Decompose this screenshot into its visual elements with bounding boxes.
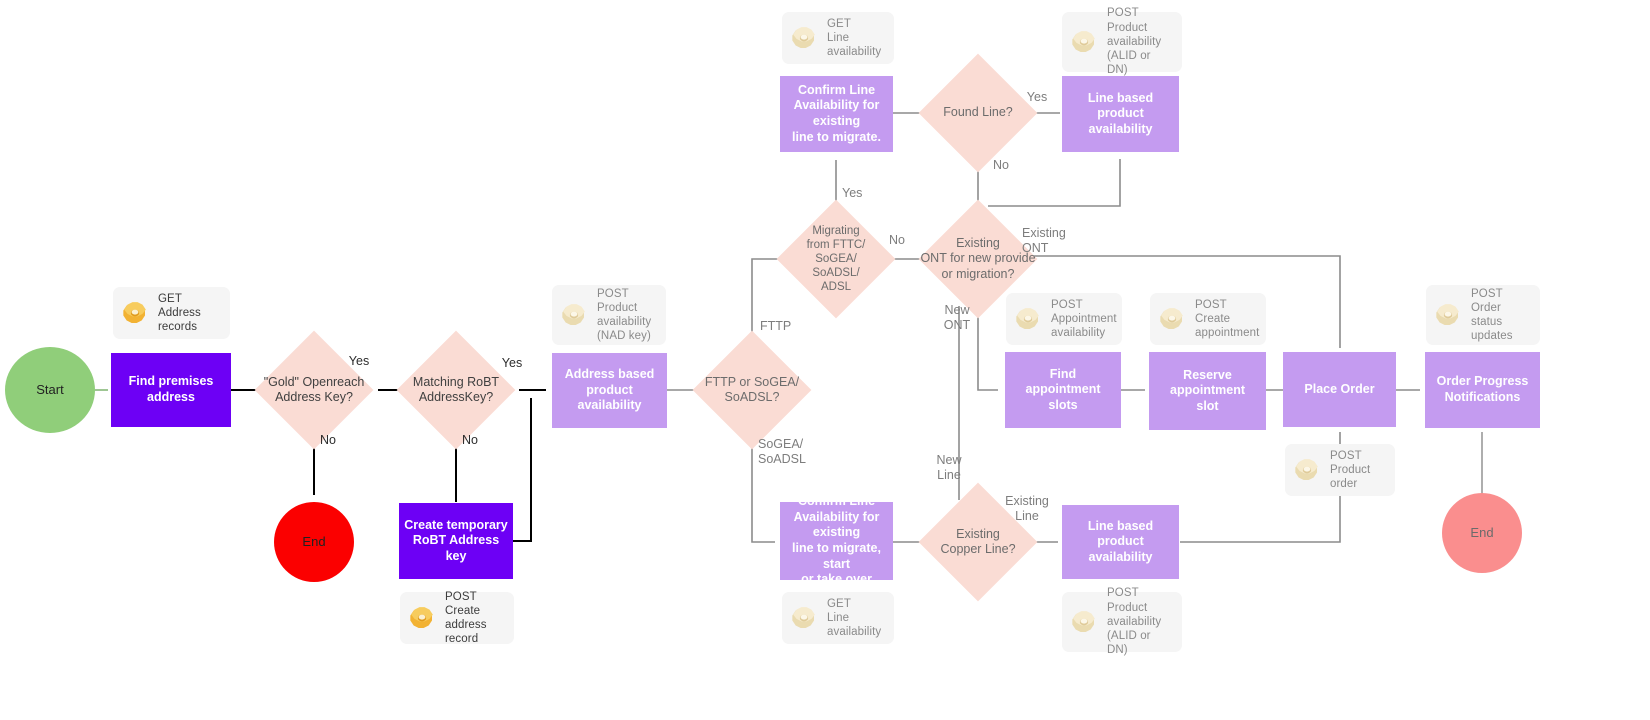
diamond-shape [396,330,516,450]
edge-label-new-ont: New ONT [943,303,971,332]
gear-icon [1160,308,1183,329]
api-card-text: POST Product availability (NAD key) [597,287,652,343]
api-card-text: POST Product availability (ALID or DN) [1107,7,1162,77]
api-card-text: POST Create address record [445,590,487,646]
api-card-post-appointment-availability[interactable]: POST Appointment availability [1006,293,1122,345]
api-card-post-product-availability-alid-top[interactable]: POST Product availability (ALID or DN) [1062,7,1182,76]
gear-icon [1295,459,1318,480]
api-card-text: GET Address records [158,292,201,334]
terminator-end-soft: End [1442,493,1522,573]
process-line-based-product-availability-bottom[interactable]: Line based product availability [1062,505,1179,579]
terminator-end-red: End [274,502,354,582]
gear-icon [1016,308,1039,329]
terminator-end-red-label: End [302,533,326,549]
decision-found-line[interactable]: Found Line? [918,53,1038,173]
api-card-post-product-availability-nad[interactable]: POST Product availability (NAD key) [552,285,666,345]
decision-existing-ont-for-new-provide-or-migration[interactable]: Existing ONT for new provide or migratio… [918,199,1038,319]
api-card-text: POST Order status updates [1471,287,1513,343]
api-card-text: POST Appointment availability [1051,298,1117,340]
gear-icon [123,302,146,323]
process-find-appointment-slots[interactable]: Find appointment slots [1005,352,1121,428]
edge-label-robt-no: No [462,433,478,447]
process-place-order[interactable]: Place Order [1283,352,1396,427]
gear-icon [562,304,585,325]
edge-label-found-line-yes: Yes [1026,90,1048,104]
edge-label-robt-yes: Yes [501,356,523,370]
api-card-get-address-records[interactable]: GET Address records [113,287,230,339]
api-card-text: POST Create appointment [1195,298,1260,340]
flowchart-canvas: Start End End Find premises address Crea… [0,0,1650,720]
api-card-get-line-availability-bottom[interactable]: GET Line availability [782,592,894,644]
api-card-post-create-address-record[interactable]: POST Create address record [400,590,514,646]
edge-label-gold-no: No [320,433,336,447]
process-confirm-line-availability-migrate-start-takeover[interactable]: Confirm Line Availability for existing l… [780,494,893,586]
edge-label-gold-yes: Yes [348,354,370,368]
api-card-get-line-availability-top[interactable]: GET Line availability [782,12,894,64]
gear-icon [410,607,433,628]
process-address-based-product-availability[interactable]: Address based product availability [552,353,667,428]
api-card-text: POST Product availability (ALID or DN) [1107,587,1162,657]
process-find-premises-address[interactable]: Find premises address [111,353,231,427]
diamond-shape [918,53,1038,173]
api-card-post-order-status-updates[interactable]: POST Order status updates [1426,285,1540,345]
terminator-start-label: Start [36,381,64,397]
process-confirm-line-availability-migrate[interactable]: Confirm Line Availability for existing l… [780,76,893,152]
gear-icon [1072,611,1095,632]
process-create-temp-robt-key[interactable]: Create temporary RoBT Address key [399,503,513,579]
edge-label-existing-line: Existing Line [1005,494,1049,523]
diamond-shape [254,330,374,450]
api-card-post-product-availability-alid-bottom[interactable]: POST Product availability (ALID or DN) [1062,587,1182,656]
terminator-end-soft-label: End [1470,524,1494,540]
edge-label-found-line-no: No [993,158,1009,172]
edge-label-migrating-no: No [889,233,905,247]
api-card-text: POST Product order [1330,449,1371,491]
api-card-post-product-order[interactable]: POST Product order [1285,444,1395,496]
diamond-shape [692,330,812,450]
gear-icon [792,607,815,628]
gear-icon [1436,304,1459,325]
decision-matching-robt-addresskey[interactable]: Matching RoBT AddressKey? [396,330,516,450]
api-card-text: GET Line availability [827,17,882,59]
process-reserve-appointment-slot[interactable]: Reserve appointment slot [1149,352,1266,430]
gear-icon [792,27,815,48]
process-line-based-product-availability-top[interactable]: Line based product availability [1062,76,1179,152]
decision-fttp-or-sogea-soadsl[interactable]: FTTP or SoGEA/ SoADSL? [692,330,812,450]
edge-label-fttp: FTTP [760,319,792,333]
api-card-post-create-appointment[interactable]: POST Create appointment [1150,293,1266,345]
edge-label-sogea-soadsl: SoGEA/ SoADSL [758,437,806,466]
api-card-text: GET Line availability [827,597,882,639]
diamond-shape [776,199,896,319]
decision-migrating-from-fttc-sogea-soadsl-adsl[interactable]: Migrating from FTTC/ SoGEA/ SoADSL/ ADSL [776,199,896,319]
edge-label-migrating-yes: Yes [842,186,863,200]
process-order-progress-notifications[interactable]: Order Progress Notifications [1425,352,1540,428]
edge-label-existing-ont: Existing ONT [1022,226,1066,255]
gear-icon [1072,31,1095,52]
terminator-start: Start [5,347,95,433]
edge-label-new-line: New Line [936,453,962,482]
